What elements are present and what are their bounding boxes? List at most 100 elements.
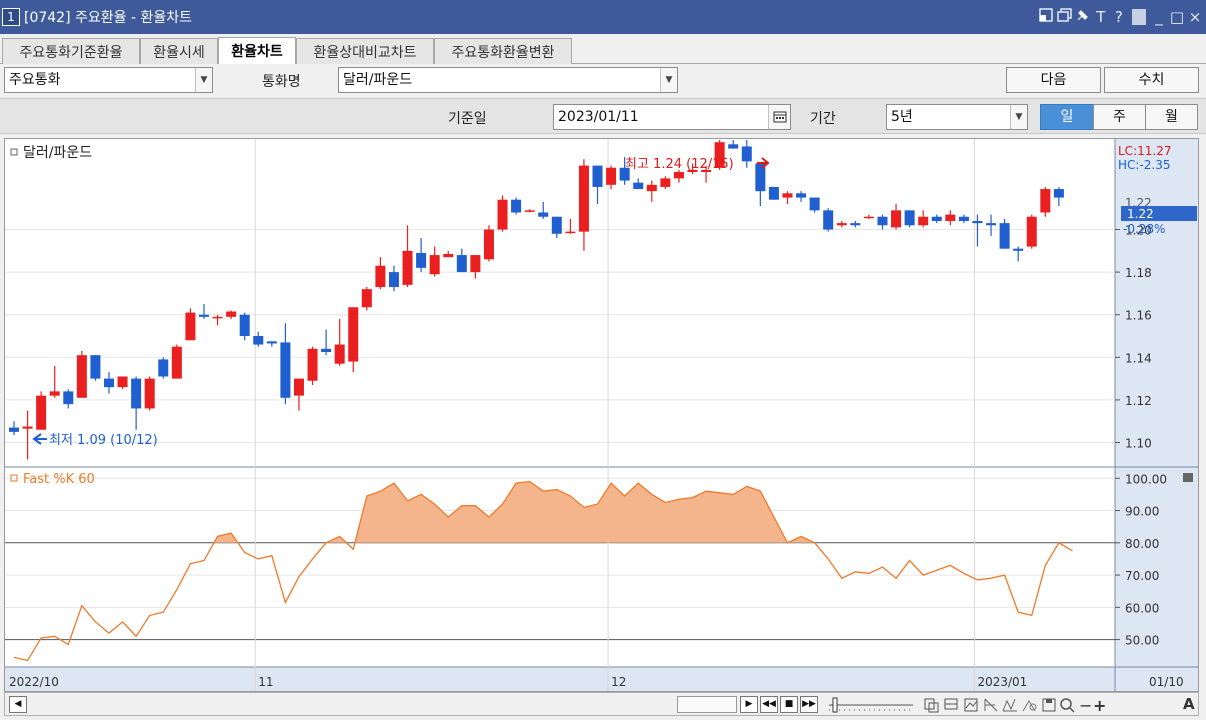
- scroll-left-button[interactable]: ◀: [9, 696, 27, 713]
- restore-window-icon[interactable]: [1057, 8, 1072, 26]
- chart-area-icon[interactable]: [964, 698, 978, 712]
- tab-currency-conversion[interactable]: 주요통화환율변환: [434, 38, 572, 64]
- candle-body: [578, 165, 589, 232]
- currency-select-value: 달러/파운드: [343, 72, 413, 88]
- price-tick-label: 1.12: [1125, 394, 1152, 408]
- candle-body: [63, 391, 74, 405]
- zoom-search-icon[interactable]: [1060, 698, 1075, 713]
- candle-body: [728, 144, 739, 149]
- high-annotation: 최고 1.24 (12/15): [625, 157, 734, 172]
- layout-icon[interactable]: [1039, 8, 1053, 26]
- candle-body: [36, 395, 47, 430]
- maximize-icon[interactable]: □: [1170, 8, 1184, 26]
- overlay-icon[interactable]: [944, 698, 958, 710]
- save-image-icon[interactable]: [1042, 698, 1056, 712]
- tab-exchange-chart[interactable]: 환율차트: [218, 37, 296, 64]
- candle-body: [90, 355, 101, 379]
- price-tick-label: 1.10: [1125, 437, 1152, 451]
- draw-tool-icon[interactable]: [1022, 700, 1037, 712]
- hc-label: HC:-2.35: [1118, 158, 1171, 172]
- candle-body: [1026, 216, 1037, 247]
- candle-body: [22, 426, 33, 429]
- zoom-in-icon[interactable]: +: [1093, 696, 1106, 715]
- candle-body: [646, 184, 657, 192]
- next-button[interactable]: 다음: [1006, 67, 1101, 93]
- time-axis-label: 2023/01: [977, 675, 1027, 689]
- title-bar-separator: [1131, 9, 1146, 25]
- chevron-down-icon[interactable]: ▼: [660, 68, 677, 92]
- candle-body: [280, 342, 291, 398]
- candle-body: [456, 255, 467, 273]
- help-icon[interactable]: ?: [1112, 8, 1126, 26]
- oscillator-overbought-area: [787, 536, 815, 543]
- currency-label: 통화명: [262, 74, 301, 90]
- zoom-slider[interactable]: [825, 695, 917, 715]
- window-number-badge[interactable]: 1: [2, 8, 20, 26]
- oscillator-tick-label: 60.00: [1125, 601, 1159, 615]
- chevron-down-icon[interactable]: ▼: [195, 68, 212, 92]
- oscillator-series: [13, 480, 1073, 662]
- candle-body: [633, 182, 644, 190]
- candle-body: [185, 312, 196, 341]
- candle-body: [388, 272, 399, 288]
- auto-scale-icon[interactable]: A: [1183, 695, 1195, 713]
- candle-body: [361, 289, 372, 308]
- chart-panel[interactable]: 1.20 1.18 1.16 1.14 1.12 1.10 100.00 90.00 80.0…: [4, 138, 1199, 692]
- value-button[interactable]: 수치: [1104, 67, 1199, 93]
- selection-row: 주요통화 ▼ 통화명 달러/파운드 ▼ 다음 수치: [0, 64, 1206, 96]
- candle-body: [823, 210, 834, 230]
- chevron-down-icon[interactable]: ▼: [1010, 105, 1027, 129]
- candle-body: [483, 229, 494, 260]
- split-view-icon[interactable]: [924, 698, 939, 713]
- price-tick-label: 1.14: [1125, 351, 1152, 365]
- candle-body: [809, 197, 820, 211]
- candle-body: [1013, 248, 1024, 251]
- candle-body: [144, 378, 155, 409]
- calendar-icon[interactable]: [768, 105, 790, 129]
- trend-tool-icon[interactable]: [984, 698, 998, 712]
- candle-body: [538, 212, 549, 217]
- candle-body: [796, 193, 807, 198]
- scroll-track[interactable]: [677, 696, 737, 713]
- next-step-button[interactable]: ▶: [740, 696, 758, 713]
- base-date-field[interactable]: 2023/01/11: [553, 104, 791, 130]
- candle-body: [673, 172, 684, 179]
- zoom-out-icon[interactable]: −: [1079, 696, 1092, 715]
- candle-body: [76, 355, 87, 398]
- time-axis-label: 11: [258, 675, 273, 689]
- tab-exchange-quotes[interactable]: 환율시세: [140, 38, 218, 64]
- tab-major-currency-base-rate[interactable]: 주요통화기준환율: [2, 38, 140, 64]
- currency-select[interactable]: 달러/파운드 ▼: [338, 67, 678, 93]
- oscillator-tick-label: 90.00: [1125, 505, 1159, 519]
- base-date-value: 2023/01/11: [558, 109, 639, 125]
- title-bar-icons: T ? _ □ ×: [1039, 0, 1202, 34]
- candle-body: [348, 307, 359, 362]
- tab-relative-comparison-chart[interactable]: 환율상대비교차트: [296, 38, 434, 64]
- candle-body: [741, 146, 752, 162]
- panel-collapse-icon[interactable]: [1183, 473, 1193, 482]
- period-unit-day[interactable]: 일: [1040, 104, 1094, 130]
- category-select[interactable]: 주요통화 ▼: [4, 67, 213, 93]
- candle-body: [986, 223, 997, 226]
- font-icon[interactable]: T: [1094, 8, 1108, 26]
- low-annotation: 최저 1.09 (10/12): [49, 433, 158, 448]
- candle-body: [416, 252, 427, 268]
- chart-tool-icons: − +: [924, 696, 1106, 715]
- candle-body: [171, 346, 182, 379]
- close-icon[interactable]: ×: [1188, 8, 1202, 26]
- rewind-button[interactable]: ◀◀: [760, 696, 778, 713]
- fast-forward-button[interactable]: ▶▶: [800, 696, 818, 713]
- period-select[interactable]: 5년 ▼: [886, 104, 1028, 130]
- candle-body: [212, 316, 223, 319]
- period-unit-week[interactable]: 주: [1093, 104, 1146, 130]
- fan-tool-icon[interactable]: [1002, 698, 1017, 712]
- current-change-label: -0.28%: [1123, 222, 1165, 236]
- candle-body: [1040, 189, 1051, 213]
- stop-button[interactable]: ■: [780, 696, 798, 713]
- period-unit-month[interactable]: 월: [1145, 104, 1198, 130]
- exchange-rate-chart[interactable]: 1.201.181.161.141.121.10 100.0090.0080.0…: [5, 139, 1198, 691]
- minimize-icon[interactable]: _: [1152, 8, 1166, 26]
- candle-body: [429, 255, 440, 275]
- series-legend-label: 달러/파운드: [23, 145, 92, 161]
- pin-icon[interactable]: [1076, 8, 1090, 26]
